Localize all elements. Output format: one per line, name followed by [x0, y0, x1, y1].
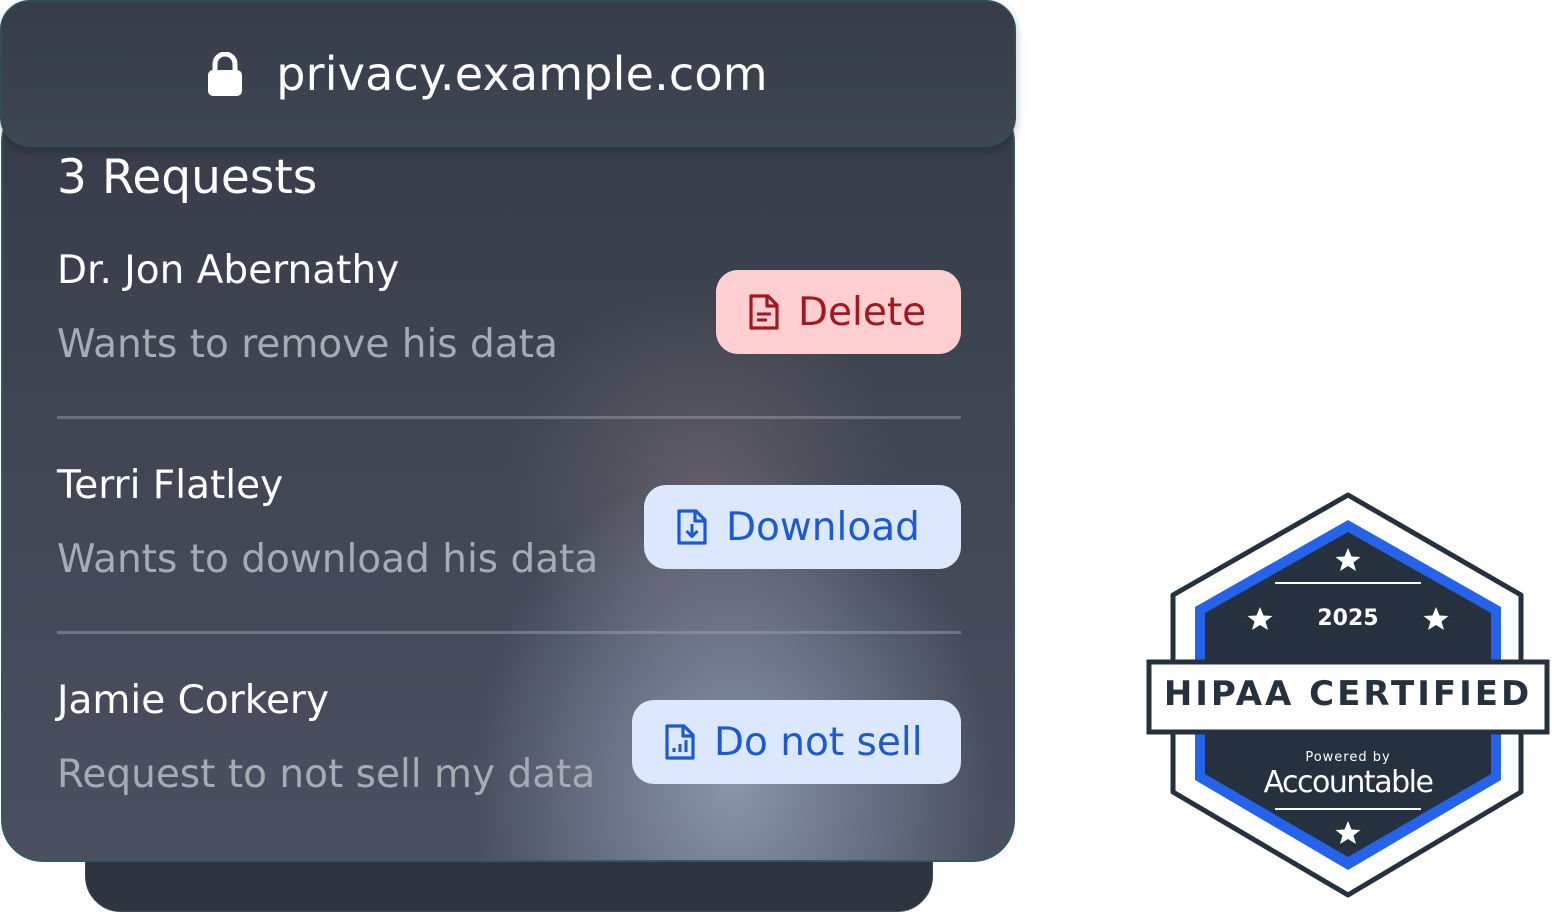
- badge-powered-by: Powered by: [1305, 750, 1391, 765]
- requester-name: Jamie Corkery: [57, 678, 330, 723]
- lock-icon: [208, 51, 243, 96]
- url-bar[interactable]: privacy.example.com: [0, 0, 1016, 147]
- stage: privacy.example.com 3 Requests Dr. Jon A…: [0, 0, 1556, 912]
- file-text-icon: [749, 294, 779, 330]
- row-divider: [57, 631, 961, 634]
- delete-button-label: Delete: [798, 289, 927, 335]
- requester-name: Terri Flatley: [57, 463, 284, 508]
- requests-title: 3 Requests: [57, 150, 318, 205]
- hipaa-certified-badge: 2025 HIPAA CERTIFIED Powered by Accounta…: [1145, 492, 1551, 902]
- do-not-sell-button[interactable]: Do not sell: [632, 700, 961, 784]
- request-description: Wants to download his data: [57, 537, 599, 582]
- request-description: Request to not sell my data: [57, 752, 596, 797]
- file-download-icon: [677, 509, 707, 545]
- badge-year: 2025: [1317, 606, 1379, 631]
- row-divider: [57, 416, 961, 419]
- request-description: Wants to remove his data: [57, 322, 558, 367]
- download-button[interactable]: Download: [644, 485, 961, 569]
- requester-name: Dr. Jon Abernathy: [57, 248, 400, 293]
- url-bar-content: privacy.example.com: [208, 47, 768, 101]
- download-button-label: Download: [726, 504, 920, 550]
- do-not-sell-button-label: Do not sell: [714, 719, 923, 765]
- badge-title: HIPAA CERTIFIED: [1163, 674, 1533, 714]
- delete-button[interactable]: Delete: [716, 270, 961, 354]
- file-chart-icon: [665, 724, 695, 760]
- url-text: privacy.example.com: [276, 46, 768, 101]
- badge-brand-logo: Accountable: [1263, 765, 1434, 800]
